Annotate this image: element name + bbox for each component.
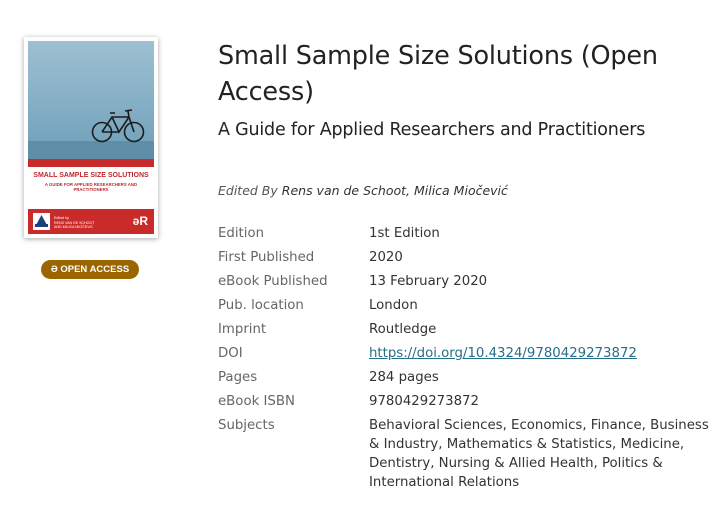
book-title: Small Sample Size Solutions (Open Access…	[218, 41, 658, 107]
detail-label: Pub. location	[218, 298, 304, 313]
detail-label: Edition	[218, 226, 265, 241]
detail-label: First Published	[218, 250, 315, 265]
bicycle-illustration	[28, 109, 154, 159]
cover-footer: Edited by RENS VAN DE SCHOOT AND MILICA …	[28, 209, 154, 234]
detail-label: eBook Published	[218, 274, 328, 289]
detail-value: 2020	[369, 250, 403, 265]
detail-value: 9780429273872	[369, 394, 479, 409]
detail-label: Imprint	[218, 322, 267, 337]
detail-value: 13 February 2020	[369, 274, 488, 289]
book-subtitle: A Guide for Applied Researchers and Prac…	[218, 120, 646, 140]
detail-value-subjects: Behavioral Sciences, Economics, Finance,…	[369, 418, 709, 490]
edited-by-label: Edited By	[218, 183, 278, 198]
detail-label: DOI	[218, 346, 243, 361]
cover-title: SMALL SAMPLE SIZE SOLUTIONS	[33, 172, 149, 179]
publisher-logo-icon	[33, 213, 50, 230]
doi-link[interactable]: https://doi.org/10.4324/9780429273872	[369, 346, 637, 361]
detail-value: https://doi.org/10.4324/9780429273872	[369, 342, 637, 366]
open-access-badge: Ə OPEN ACCESS	[41, 260, 139, 279]
book-cover[interactable]: SMALL SAMPLE SIZE SOLUTIONS A GUIDE FOR …	[24, 37, 158, 238]
cover-publisher-mark: əR	[132, 214, 148, 228]
detail-label: eBook ISBN	[218, 394, 295, 409]
detail-label: Subjects	[218, 418, 275, 433]
detail-value: London	[369, 298, 418, 313]
cover-subtitle: A GUIDE FOR APPLIED RESEARCHERS AND PRAC…	[44, 182, 138, 192]
cover-title-box: SMALL SAMPLE SIZE SOLUTIONS A GUIDE FOR …	[28, 167, 154, 209]
cover-photo	[28, 41, 154, 159]
book-cover-art: SMALL SAMPLE SIZE SOLUTIONS A GUIDE FOR …	[28, 41, 154, 234]
detail-value: Routledge	[369, 322, 437, 337]
detail-value: 1st Edition	[369, 226, 440, 241]
detail-label: Pages	[218, 370, 258, 385]
detail-value: 284 pages	[369, 370, 439, 385]
edited-by: Edited By Rens van de Schoot, Milica Mio…	[218, 183, 508, 198]
editor-names: Rens van de Schoot, Milica Miočević	[281, 183, 508, 198]
cover-editors-line-3: AND MILICA MIOČEVIĆ	[54, 225, 94, 229]
cover-editors: Edited by RENS VAN DE SCHOOT AND MILICA …	[54, 216, 94, 230]
cover-red-band	[28, 159, 154, 167]
